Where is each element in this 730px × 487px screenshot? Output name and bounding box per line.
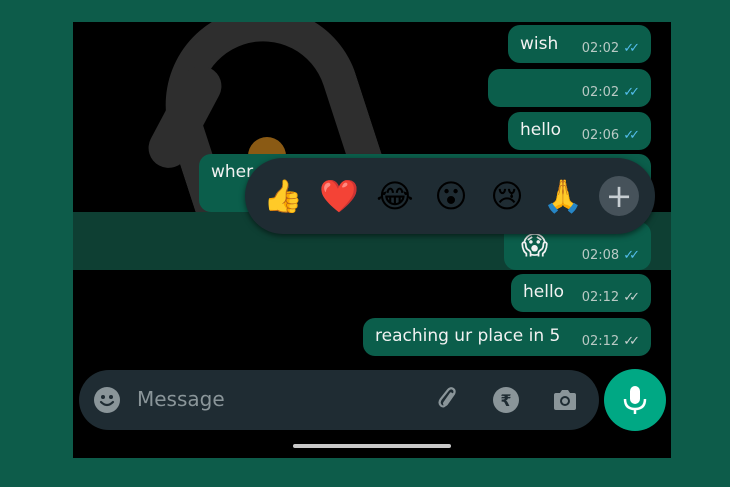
message-input[interactable]: Message [137,387,225,411]
message-bubble[interactable]: hello 02:06 ✓✓ [508,112,651,150]
message-meta: 02:12 ✓✓ [581,334,640,349]
message-meta: 02:06 ✓✓ [581,128,640,143]
more-reactions-button[interactable]: + [599,176,639,216]
message-meta: 02:02 ✓✓ [581,41,640,56]
message-text: wish [520,34,559,54]
reaction-surprised[interactable]: 😮 [423,168,479,224]
double-check-icon: ✓✓ [623,248,640,263]
message-text: hello [520,120,562,140]
double-check-icon: ✓✓ [623,334,640,349]
message-time: 02:12 [581,290,620,305]
reaction-crying[interactable]: 😢 [479,168,535,224]
reaction-picker: 👍 ❤️ 😂 😮 😢 🙏 + [245,158,655,234]
smiley-icon[interactable] [93,386,121,414]
reaction-pray[interactable]: 🙏 [535,168,591,224]
reaction-thumbs-up[interactable]: 👍 [255,168,311,224]
message-time: 02:06 [581,128,620,143]
message-time: 02:02 [581,41,620,56]
chat-screen: wish 02:02 ✓✓ 02:02 ✓✓ hello 02:06 ✓✓ wh… [73,22,671,458]
home-indicator[interactable] [293,444,451,448]
message-text: reaching ur place in 5 [375,326,561,346]
message-time: 02:12 [581,334,620,349]
message-bubble[interactable]: reaching ur place in 5 02:12 ✓✓ [363,318,651,356]
double-check-icon: ✓✓ [623,41,640,56]
svg-text:₹: ₹ [500,391,511,410]
microphone-icon [623,386,647,414]
rupee-icon[interactable]: ₹ [492,386,520,414]
double-check-icon: ✓✓ [623,290,640,305]
message-bubble[interactable]: hello 02:12 ✓✓ [511,274,651,312]
microphone-button[interactable] [604,369,666,431]
reaction-laughing[interactable]: 😂 [367,168,423,224]
reaction-heart[interactable]: ❤️ [311,168,367,224]
message-composer: Message ₹ [79,370,599,430]
double-check-icon: ✓✓ [623,85,640,100]
camera-icon[interactable] [551,386,579,414]
paperclip-icon[interactable] [434,386,462,414]
message-meta: 02:08 ✓✓ [581,248,640,263]
message-meta: 02:12 ✓✓ [581,290,640,305]
message-sticker: 😱 [521,231,549,261]
message-time: 02:08 [581,248,620,263]
message-bubble[interactable]: wish 02:02 ✓✓ [508,25,651,63]
message-text: wher [211,162,254,182]
double-check-icon: ✓✓ [623,128,640,143]
message-text: hello [523,282,565,302]
message-time: 02:02 [581,85,620,100]
message-meta: 02:02 ✓✓ [581,85,640,100]
message-bubble[interactable]: 02:02 ✓✓ [488,69,651,107]
